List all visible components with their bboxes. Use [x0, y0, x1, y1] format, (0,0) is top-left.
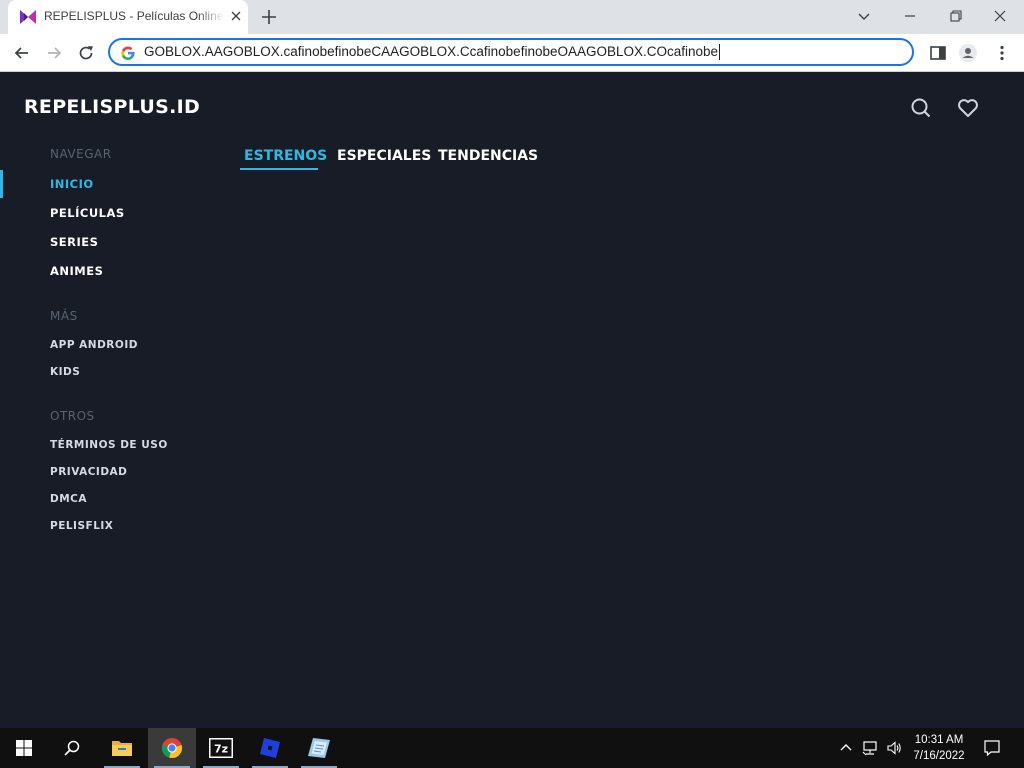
file-explorer-icon: [112, 741, 132, 756]
active-nav-indicator: [0, 170, 3, 198]
app-icon: [308, 738, 330, 758]
heart-icon[interactable]: [956, 96, 980, 120]
sidebar-item-privacidad[interactable]: PRIVACIDAD: [50, 466, 127, 478]
close-window-icon[interactable]: [990, 6, 1010, 26]
tab-search-chevron-icon[interactable]: [854, 6, 874, 26]
clock-date: 7/16/2022: [913, 750, 965, 762]
new-tab-icon[interactable]: [260, 8, 278, 26]
sidebar-item-terminos[interactable]: TÉRMINOS DE USO: [50, 439, 168, 451]
svg-text:7z: 7z: [214, 743, 228, 756]
taskbar-roblox[interactable]: [246, 728, 294, 768]
side-panel-icon[interactable]: [928, 43, 948, 63]
volume-icon[interactable]: [886, 740, 902, 756]
taskbar-search-button[interactable]: [48, 728, 96, 768]
notifications-icon[interactable]: [983, 739, 1001, 757]
forward-icon[interactable]: [44, 43, 64, 63]
sidebar-heading-otros: OTROS: [50, 409, 95, 423]
search-icon: [64, 740, 80, 756]
site-logo[interactable]: REPELISPLUS.ID: [24, 96, 200, 118]
taskbar-app[interactable]: [295, 728, 343, 768]
sidebar-item-dmca[interactable]: DMCA: [50, 493, 87, 505]
show-hidden-icons-chevron-icon[interactable]: [838, 740, 854, 756]
windows-taskbar: 7z 10:31 AM 7/16/2022: [0, 728, 1024, 768]
close-tab-icon[interactable]: [230, 10, 242, 22]
url-value: GOBLOX.AAGOBLOX.cafinobefinobeCAAGOBLOX.…: [144, 44, 719, 59]
sidebar-item-inicio[interactable]: INICIO: [50, 177, 94, 191]
search-icon[interactable]: [909, 96, 933, 120]
back-icon[interactable]: [12, 43, 32, 63]
taskbar-file-explorer[interactable]: [98, 728, 146, 768]
tab-tendencias[interactable]: TENDENCIAS: [438, 148, 538, 164]
tab-title: REPELISPLUS - Películas Online en HD: [44, 9, 224, 23]
browser-tab[interactable]: REPELISPLUS - Películas Online en HD: [8, 0, 248, 34]
tab-especiales[interactable]: ESPECIALES: [337, 148, 431, 164]
text-caret: [719, 44, 721, 61]
taskbar-7zip[interactable]: 7z: [197, 728, 245, 768]
sidebar-item-kids[interactable]: KIDS: [50, 366, 80, 378]
browser-toolbar: GOBLOX.AAGOBLOX.cafinobefinobeCAAGOBLOX.…: [0, 34, 1024, 72]
7zip-icon: 7z: [209, 738, 233, 758]
url-text[interactable]: GOBLOX.AAGOBLOX.cafinobefinobeCAAGOBLOX.…: [144, 44, 721, 61]
sidebar-heading-navegar: NAVEGAR: [50, 147, 112, 161]
restore-icon[interactable]: [946, 6, 966, 26]
system-clock[interactable]: 10:31 AM 7/16/2022: [906, 732, 972, 764]
sidebar-item-series[interactable]: SERIES: [50, 235, 98, 249]
roblox-icon: [260, 738, 280, 758]
clock-time: 10:31 AM: [914, 734, 964, 746]
start-button[interactable]: [0, 728, 48, 768]
minimize-icon[interactable]: [900, 6, 920, 26]
menu-kebab-icon[interactable]: [992, 43, 1012, 63]
reload-icon[interactable]: [76, 43, 96, 63]
sidebar-item-animes[interactable]: ANIMES: [50, 264, 103, 278]
google-icon: [121, 46, 135, 60]
taskbar-chrome[interactable]: [148, 728, 196, 768]
chrome-icon: [161, 738, 183, 758]
repelisplus-logo-icon: [20, 10, 36, 24]
sidebar-item-app-android[interactable]: APP ANDROID: [50, 339, 138, 351]
address-bar[interactable]: GOBLOX.AAGOBLOX.cafinobefinobeCAAGOBLOX.…: [108, 38, 914, 66]
sidebar-item-peliculas[interactable]: PELÍCULAS: [50, 206, 125, 220]
browser-tab-strip: REPELISPLUS - Películas Online en HD: [0, 0, 1024, 34]
sidebar-heading-mas: MÁS: [50, 309, 78, 323]
profile-avatar-icon[interactable]: [958, 43, 978, 63]
network-icon[interactable]: [862, 740, 878, 756]
tab-estrenos[interactable]: ESTRENOS: [244, 148, 327, 164]
page-content: REPELISPLUS.ID NAVEGAR INICIO PELÍCULAS …: [0, 72, 1024, 728]
start-icon: [16, 740, 32, 756]
active-tab-underline: [240, 168, 318, 170]
sidebar-item-pelisflix[interactable]: PELISFLIX: [50, 520, 113, 532]
